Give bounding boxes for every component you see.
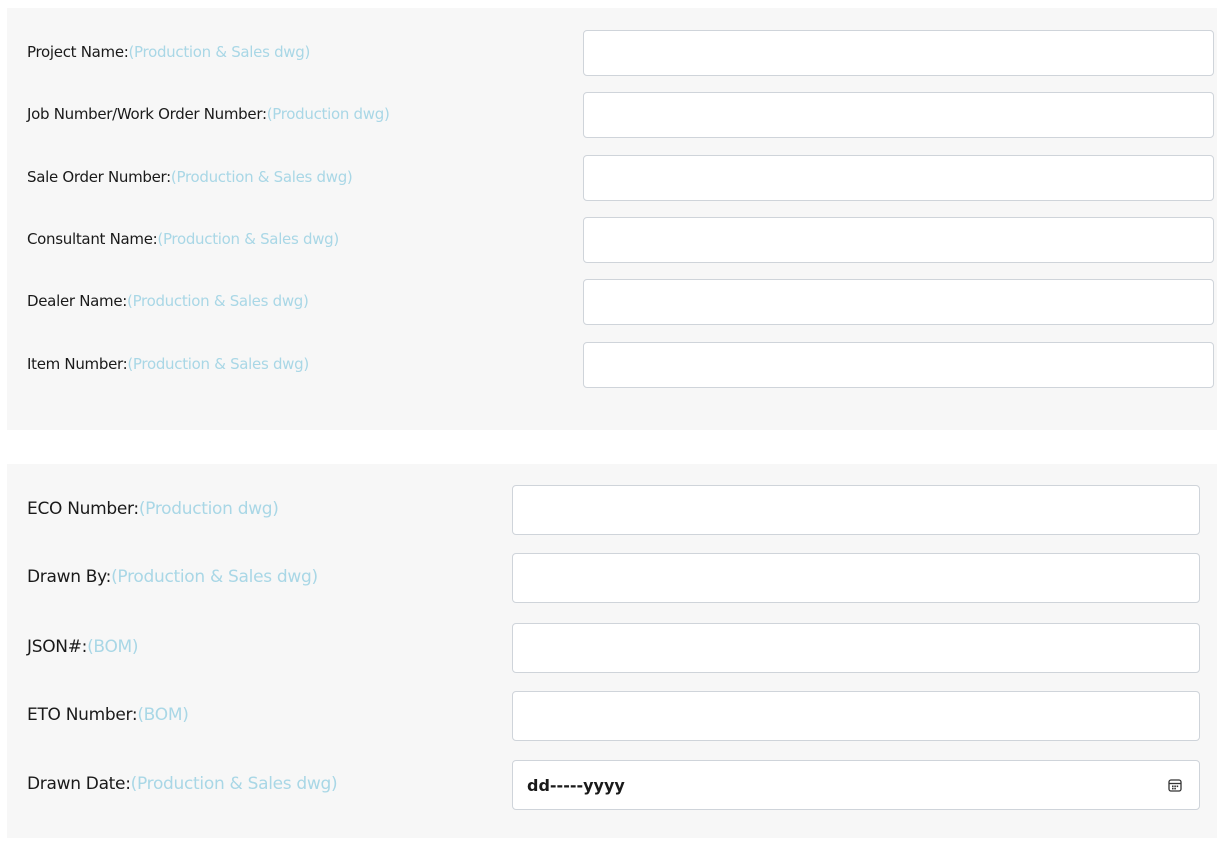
- form-row-project-name: Project Name:(Production & Sales dwg): [7, 30, 1217, 76]
- calendar-icon[interactable]: [1167, 777, 1183, 793]
- job-number-input[interactable]: [583, 92, 1214, 138]
- item-number-label: Item Number:(Production & Sales dwg): [27, 355, 309, 373]
- field-label: ETO Number:: [27, 705, 138, 725]
- field-label: JSON#:: [27, 637, 88, 657]
- field-note: (Production dwg): [266, 105, 390, 123]
- field-note: (Production & Sales dwg): [111, 567, 318, 587]
- form-row-dealer-name: Dealer Name:(Production & Sales dwg): [7, 279, 1217, 325]
- date-placeholder: dd-----yyyy: [527, 775, 625, 795]
- drawn-by-input[interactable]: [512, 553, 1200, 603]
- eco-number-input[interactable]: [512, 485, 1200, 535]
- form-row-sale-order-number: Sale Order Number:(Production & Sales dw…: [7, 155, 1217, 201]
- dealer-name-input[interactable]: [583, 279, 1214, 325]
- form-row-drawn-date: Drawn Date:(Production & Sales dwg) dd--…: [7, 760, 1217, 810]
- field-note: (Production & Sales dwg): [127, 292, 309, 310]
- field-note: (Production dwg): [138, 499, 279, 519]
- project-name-label: Project Name:(Production & Sales dwg): [27, 43, 310, 61]
- field-note: (BOM): [87, 637, 139, 657]
- form-row-job-number: Job Number/Work Order Number:(Production…: [7, 92, 1217, 138]
- field-note: (BOM): [137, 705, 189, 725]
- project-name-input[interactable]: [583, 30, 1214, 76]
- dealer-name-label: Dealer Name:(Production & Sales dwg): [27, 292, 309, 310]
- field-note: (Production & Sales dwg): [127, 355, 309, 373]
- field-label: Drawn Date:: [27, 774, 131, 794]
- field-note: (Production & Sales dwg): [128, 43, 311, 61]
- form-row-eco-number: ECO Number:(Production dwg): [7, 485, 1217, 535]
- field-label: ECO Number:: [27, 499, 139, 519]
- json-number-input[interactable]: [512, 623, 1200, 673]
- sale-order-number-input[interactable]: [583, 155, 1214, 201]
- field-label: Project Name:: [27, 43, 129, 61]
- form-row-item-number: Item Number:(Production & Sales dwg): [7, 342, 1217, 388]
- consultant-name-input[interactable]: [583, 217, 1214, 263]
- form-row-eto-number: ETO Number:(BOM): [7, 691, 1217, 741]
- field-label: Item Number:: [27, 355, 128, 373]
- form-row-json-number: JSON#:(BOM): [7, 623, 1217, 673]
- form-row-consultant-name: Consultant Name:(Production & Sales dwg): [7, 217, 1217, 263]
- json-number-label: JSON#:(BOM): [27, 637, 139, 657]
- drawn-date-input[interactable]: dd-----yyyy: [512, 760, 1200, 810]
- field-label: Consultant Name:: [27, 230, 158, 248]
- consultant-name-label: Consultant Name:(Production & Sales dwg): [27, 230, 339, 248]
- drawn-date-label: Drawn Date:(Production & Sales dwg): [27, 774, 338, 794]
- eto-number-input[interactable]: [512, 691, 1200, 741]
- drawing-info-panel: Project Name:(Production & Sales dwg) Jo…: [7, 8, 1217, 430]
- field-note: (Production & Sales dwg): [157, 230, 339, 248]
- field-label: Job Number/Work Order Number:: [27, 105, 267, 123]
- drawn-by-label: Drawn By:(Production & Sales dwg): [27, 567, 318, 587]
- eco-number-label: ECO Number:(Production dwg): [27, 499, 279, 519]
- drawing-details-panel: ECO Number:(Production dwg) Drawn By:(Pr…: [7, 464, 1217, 838]
- sale-order-number-label: Sale Order Number:(Production & Sales dw…: [27, 168, 353, 186]
- field-note: (Production & Sales dwg): [130, 774, 338, 794]
- field-label: Dealer Name:: [27, 292, 128, 310]
- field-note: (Production & Sales dwg): [170, 168, 353, 186]
- field-label: Drawn By:: [27, 567, 112, 587]
- item-number-input[interactable]: [583, 342, 1214, 388]
- form-row-drawn-by: Drawn By:(Production & Sales dwg): [7, 553, 1217, 603]
- eto-number-label: ETO Number:(BOM): [27, 705, 189, 725]
- job-number-label: Job Number/Work Order Number:(Production…: [27, 105, 390, 123]
- field-label: Sale Order Number:: [27, 168, 171, 186]
